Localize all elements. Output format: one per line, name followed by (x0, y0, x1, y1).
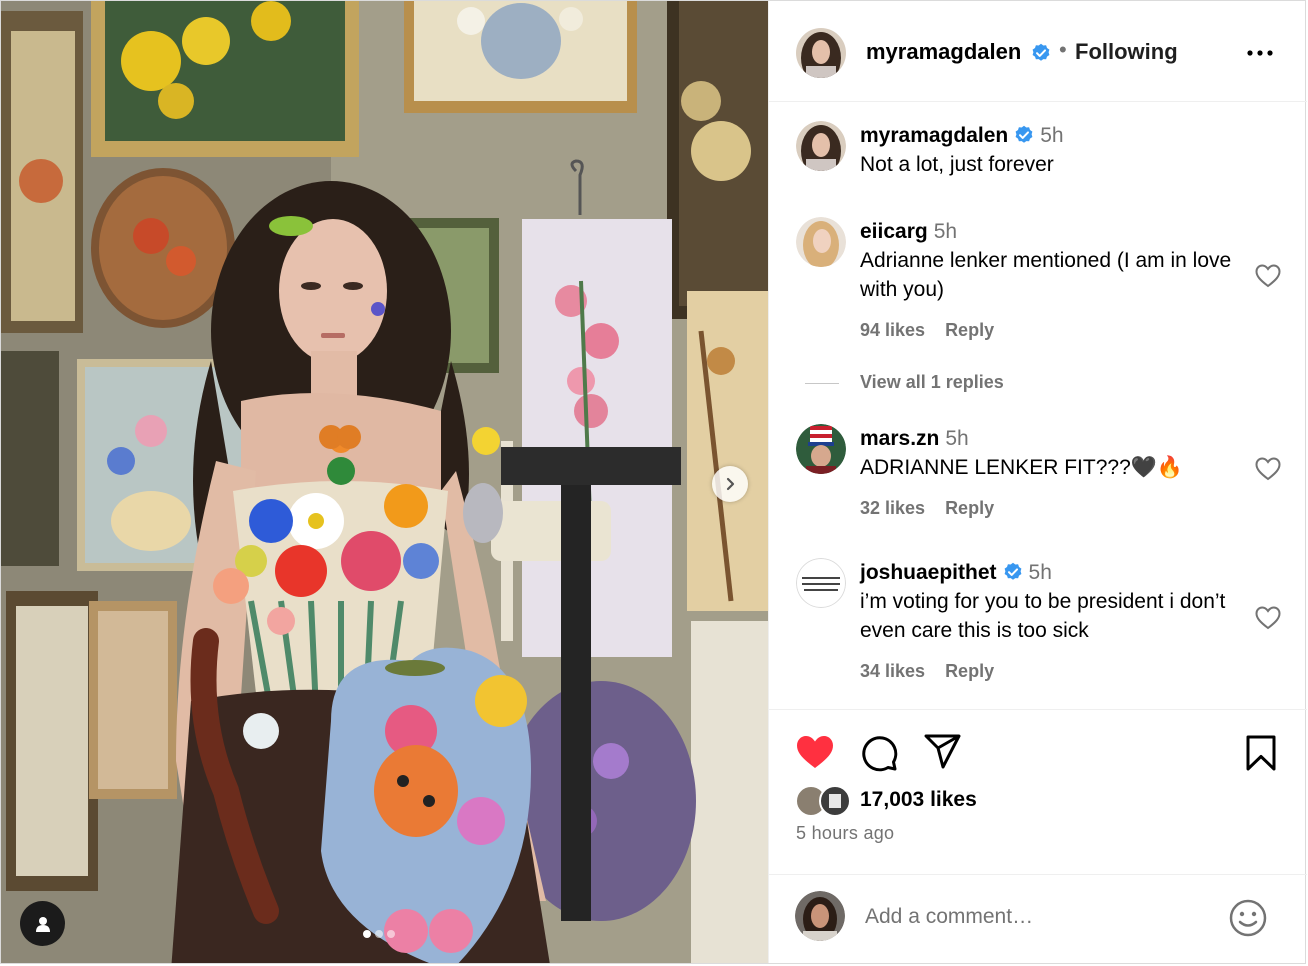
commenter-avatar[interactable] (796, 558, 846, 608)
comment-time[interactable]: 5h (1029, 561, 1052, 584)
post-photo (1, 1, 768, 963)
post-timestamp[interactable]: 5 hours ago (796, 823, 894, 844)
caption-header: myramagdalen 5h (860, 124, 1064, 148)
likes-count[interactable]: 17,003 likes (860, 788, 977, 812)
view-replies-button[interactable]: View all 1 replies (805, 372, 1004, 393)
more-options-icon[interactable] (1245, 43, 1275, 63)
heart-icon[interactable] (1255, 606, 1281, 630)
carousel-next-button[interactable] (712, 466, 748, 502)
comment-header: eiicarg 5h (860, 220, 957, 244)
heart-icon[interactable] (1255, 264, 1281, 288)
caption-time[interactable]: 5h (1040, 124, 1063, 147)
comment-username[interactable]: eiicarg (860, 220, 928, 243)
bookmark-icon[interactable] (1245, 734, 1277, 772)
carousel-dot (387, 930, 395, 938)
comment-header: joshuaepithet 5h (860, 561, 1052, 585)
post-side-panel: myramagdalen • Following myramagdalen 5h… (768, 1, 1307, 963)
commenter-avatar[interactable] (796, 424, 846, 474)
reply-button[interactable]: Reply (945, 661, 994, 681)
tagged-users-button[interactable] (20, 901, 65, 946)
comment-text: ADRIANNE LENKER FIT???🖤🔥 (860, 456, 1184, 479)
comment-text: i’m voting for you to be president i don… (860, 590, 1226, 642)
author-username[interactable]: myramagdalen (866, 39, 1021, 65)
add-comment-bar (769, 874, 1307, 963)
chevron-right-icon (726, 477, 735, 491)
carousel-dot (375, 930, 383, 938)
comments-list[interactable]: myramagdalen 5h Not a lot, just forever … (769, 102, 1307, 709)
heart-icon[interactable] (795, 734, 835, 770)
heart-icon[interactable] (1255, 457, 1281, 481)
reply-button[interactable]: Reply (945, 320, 994, 340)
caption-username[interactable]: myramagdalen (860, 124, 1008, 147)
carousel-dot (363, 930, 371, 938)
comment-text: Adrianne lenker mentioned (I am in love … (860, 249, 1232, 301)
comment-header: mars.zn 5h (860, 427, 969, 451)
post-actions: 17,003 likes 5 hours ago (769, 709, 1307, 874)
comment-icon[interactable] (860, 734, 898, 772)
comment-likes-count[interactable]: 34 likes (860, 661, 925, 681)
user-tag-icon (35, 916, 50, 932)
likers-avatars[interactable] (795, 785, 855, 817)
comment-time[interactable]: 5h (934, 220, 957, 243)
current-user-avatar (795, 891, 845, 941)
post-header: myramagdalen • Following (769, 1, 1307, 102)
commenter-avatar[interactable] (796, 217, 846, 267)
carousel-indicator (363, 930, 395, 938)
comment-likes-count[interactable]: 32 likes (860, 498, 925, 518)
post-media[interactable] (1, 1, 768, 963)
verified-badge-icon (1032, 43, 1050, 61)
comment-time[interactable]: 5h (945, 427, 968, 450)
comment-username[interactable]: mars.zn (860, 427, 939, 450)
header-separator: • (1059, 37, 1067, 62)
comment-meta: 94 likes Reply (860, 320, 1014, 341)
verified-badge-icon (1004, 562, 1021, 580)
comment-input[interactable] (865, 900, 1205, 934)
caption-avatar[interactable] (796, 121, 846, 171)
emoji-icon[interactable] (1229, 899, 1267, 937)
comment-likes-count[interactable]: 94 likes (860, 320, 925, 340)
reply-button[interactable]: Reply (945, 498, 994, 518)
verified-badge-icon (1015, 125, 1033, 143)
comment-username[interactable]: joshuaepithet (860, 561, 997, 584)
share-icon[interactable] (924, 734, 962, 770)
following-button[interactable]: Following (1075, 39, 1178, 65)
comment-meta: 32 likes Reply (860, 498, 1014, 519)
post-container: myramagdalen • Following myramagdalen 5h… (0, 0, 1307, 964)
caption-text: Not a lot, just forever (860, 153, 1054, 176)
author-avatar[interactable] (796, 28, 846, 78)
comment-meta: 34 likes Reply (860, 661, 1014, 682)
